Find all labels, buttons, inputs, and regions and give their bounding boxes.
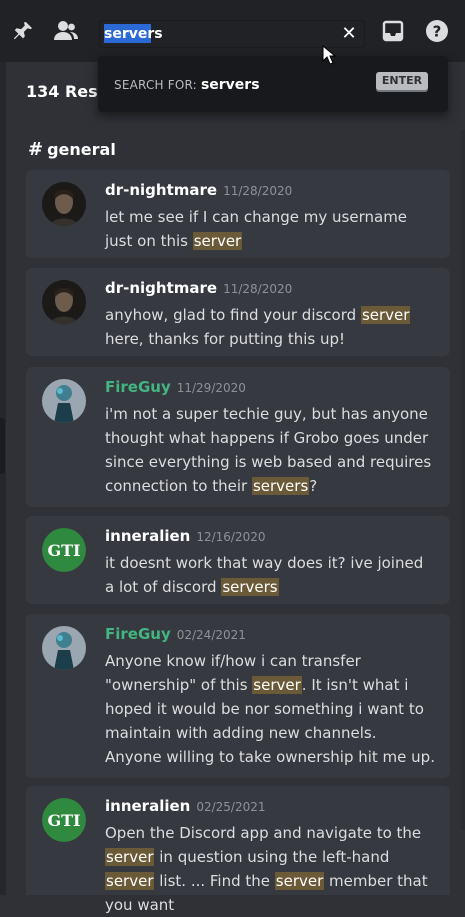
search-result-message[interactable]: GTI inneralien 12/16/2020 it doesnt work …: [26, 516, 450, 604]
search-suggestion-dropdown[interactable]: SEARCH FOR: servers ENTER: [98, 56, 448, 112]
message-author[interactable]: inneralien 02/25/2021: [105, 797, 266, 815]
search-input[interactable]: [104, 23, 319, 44]
avatar[interactable]: GTI: [42, 798, 86, 842]
pin-icon[interactable]: [9, 17, 37, 45]
message-content: i'm not a super techie guy, but has anyo…: [105, 405, 432, 495]
search-for-query: servers: [200, 77, 260, 93]
search-result-message[interactable]: dr-nightmare 11/28/2020 anyhow, glad to f…: [26, 268, 450, 356]
help-icon[interactable]: ?: [423, 17, 451, 45]
message-content: Anyone know if/how i can transfer "owner…: [105, 652, 435, 766]
message-author[interactable]: dr-nightmare 11/28/2020: [105, 279, 292, 297]
message-author[interactable]: dr-nightmare 11/28/2020: [105, 181, 292, 199]
message-timestamp: 11/28/2020: [223, 184, 293, 198]
search-match-highlight: server: [192, 232, 243, 250]
search-match-highlight: server: [252, 676, 302, 694]
search-box[interactable]: ✕: [99, 20, 365, 48]
message-author[interactable]: FireGuy 11/29/2020: [105, 378, 246, 396]
top-toolbar: ✕ ?: [0, 0, 465, 62]
scrollbar[interactable]: [461, 130, 465, 830]
search-result-message[interactable]: GTI inneralien 02/25/2021 Open the Discor…: [26, 786, 450, 914]
message-content: let me see if I can change my username j…: [105, 208, 408, 250]
message-content: anyhow, glad to find your discord server…: [105, 306, 411, 348]
avatar[interactable]: [42, 182, 86, 226]
hash-icon: #: [28, 139, 44, 160]
search-match-highlight: server: [105, 872, 155, 890]
enter-key-badge: ENTER: [376, 72, 428, 90]
message-timestamp: 02/24/2021: [176, 628, 246, 642]
mouse-cursor-icon: [322, 44, 337, 65]
inbox-icon[interactable]: [379, 17, 407, 45]
avatar[interactable]: [42, 626, 86, 670]
message-timestamp: 11/29/2020: [176, 381, 246, 395]
search-result-message[interactable]: FireGuy 02/24/2021 Anyone know if/how i c…: [26, 614, 450, 778]
message-timestamp: 02/25/2021: [196, 800, 266, 814]
search-match-highlight: servers: [221, 578, 279, 596]
message-timestamp: 11/28/2020: [223, 282, 293, 296]
search-result-message[interactable]: FireGuy 11/29/2020 i'm not a super techie…: [26, 367, 450, 507]
channel-name: general: [47, 140, 116, 159]
message-timestamp: 12/16/2020: [196, 530, 266, 544]
message-author[interactable]: inneralien 12/16/2020: [105, 527, 266, 545]
search-result-message[interactable]: dr-nightmare 11/28/2020 let me see if I c…: [26, 170, 450, 258]
left-edge-divider: [0, 62, 6, 895]
avatar-text: GTI: [47, 541, 80, 560]
search-for-option[interactable]: SEARCH FOR: servers: [114, 77, 260, 93]
message-content: Open the Discord app and navigate to the…: [105, 824, 428, 914]
search-match-highlight: server: [274, 872, 325, 890]
avatar[interactable]: GTI: [42, 528, 86, 572]
panel-resize-handle[interactable]: [0, 418, 5, 474]
search-match-highlight: server: [360, 306, 411, 324]
search-match-highlight: servers: [251, 477, 310, 495]
channel-header: # general: [28, 139, 116, 160]
svg-text:?: ?: [433, 23, 442, 41]
avatar[interactable]: [42, 280, 86, 324]
avatar-text: GTI: [47, 811, 80, 830]
members-icon[interactable]: [52, 17, 80, 45]
search-match-highlight: server: [105, 848, 155, 866]
avatar[interactable]: [42, 379, 86, 423]
close-icon[interactable]: ✕: [340, 25, 358, 43]
message-author[interactable]: FireGuy 02/24/2021: [105, 625, 246, 643]
message-content: it doesnt work that way does it? ive joi…: [105, 554, 424, 596]
search-for-prefix: SEARCH FOR:: [114, 78, 197, 92]
